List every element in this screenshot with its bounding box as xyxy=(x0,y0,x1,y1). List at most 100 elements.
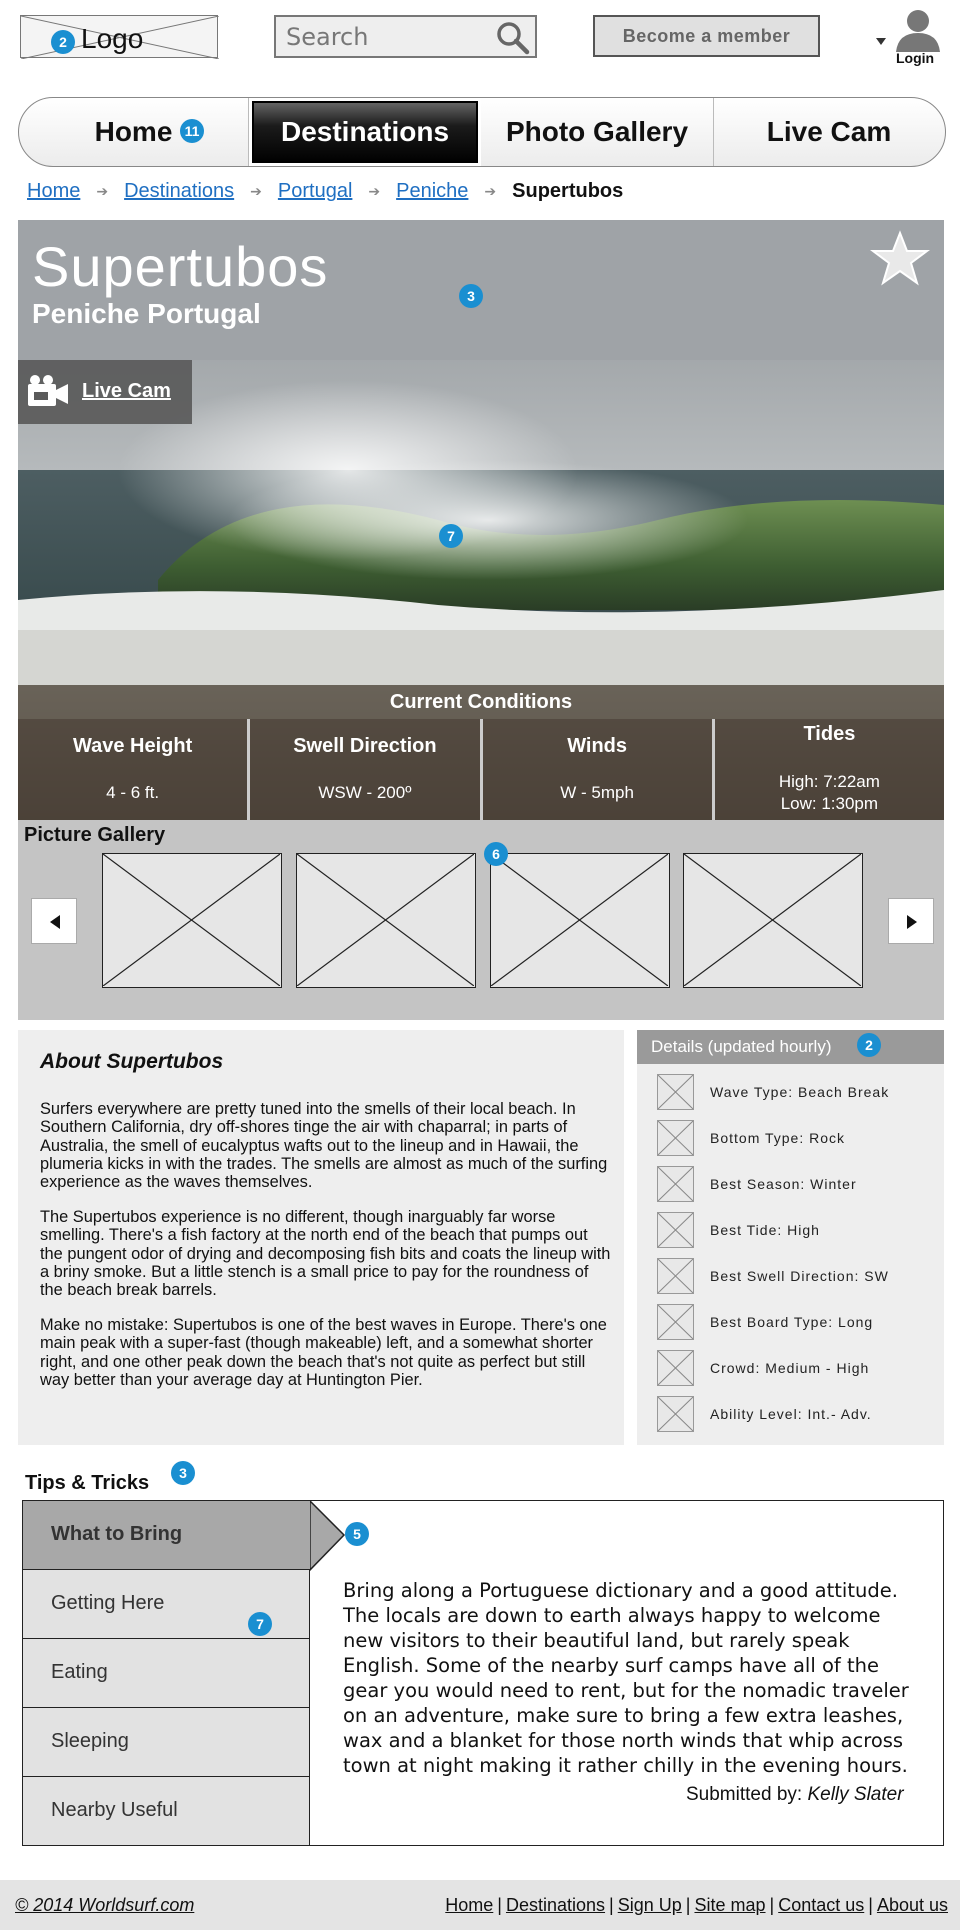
breadcrumb-current: Supertubos xyxy=(512,180,624,202)
live-cam-link[interactable]: Live Cam xyxy=(18,360,192,424)
breadcrumb-arrow-icon: ➔ xyxy=(484,183,497,199)
detail-image-placeholder xyxy=(657,1212,694,1248)
about-section: About Supertubos Surfers everywhere are … xyxy=(18,1030,624,1445)
conditions-row: Wave Height 4 - 6 ft. Swell Direction WS… xyxy=(18,719,944,820)
breadcrumb-link[interactable]: Destinations xyxy=(124,180,234,203)
detail-item: Best Board Type: Long xyxy=(657,1304,937,1340)
footer-divider: | xyxy=(769,1895,775,1915)
footer-link[interactable]: Sign Up xyxy=(618,1895,682,1915)
footer-link[interactable]: Destinations xyxy=(506,1895,605,1915)
condition-value: 4 - 6 ft. xyxy=(106,783,160,802)
detail-label: Best Swell Direction: SW xyxy=(710,1268,889,1284)
breadcrumb-arrow-icon: ➔ xyxy=(368,183,381,199)
tab-live-cam-label: Live Cam xyxy=(766,116,892,147)
logo[interactable]: Logo xyxy=(20,15,219,59)
gallery-thumbnail[interactable] xyxy=(490,853,670,988)
detail-item: Best Season: Winter xyxy=(657,1166,937,1202)
tide-low: Low: 1:30pm xyxy=(780,794,879,813)
footer-link[interactable]: Home xyxy=(445,1895,493,1915)
detail-label: Best Tide: High xyxy=(710,1222,820,1238)
footer-divider: | xyxy=(685,1895,691,1915)
gallery-thumbnail[interactable] xyxy=(296,853,476,988)
detail-label: Ability Level: Int.- Adv. xyxy=(710,1406,872,1422)
become-member-button[interactable]: Become a member xyxy=(593,15,820,57)
gallery-prev-button[interactable] xyxy=(31,898,77,944)
arrow-right-icon xyxy=(907,915,917,929)
tip-tab-what-to-bring[interactable]: What to Bring xyxy=(23,1501,310,1570)
user-icon xyxy=(896,10,940,52)
tip-tab-eating[interactable]: Eating xyxy=(23,1639,310,1708)
image-placeholder xyxy=(684,854,861,986)
condition-wave-height: Wave Height 4 - 6 ft. xyxy=(18,719,251,820)
login-button[interactable]: Login xyxy=(872,8,960,68)
breadcrumb-link[interactable]: Peniche xyxy=(396,180,468,203)
star-icon[interactable] xyxy=(870,230,930,288)
annotation-badge: 6 xyxy=(484,842,508,866)
footer-link[interactable]: Contact us xyxy=(778,1895,864,1915)
detail-label: Bottom Type: Rock xyxy=(710,1130,846,1146)
tip-tab-label: Eating xyxy=(51,1661,108,1683)
detail-label: Crowd: Medium - High xyxy=(710,1360,870,1376)
search-icon[interactable] xyxy=(495,20,531,56)
breadcrumb-arrow-icon: ➔ xyxy=(250,183,262,199)
footer-link[interactable]: Site map xyxy=(694,1895,765,1915)
detail-item: Ability Level: Int.- Adv. xyxy=(657,1396,937,1432)
login-label: Login xyxy=(896,50,935,66)
breadcrumb-link[interactable]: Home xyxy=(27,180,80,203)
details-panel: Details (updated hourly) Wave Type: Beac… xyxy=(637,1030,944,1445)
tip-tab-nearby-useful[interactable]: Nearby Useful xyxy=(23,1777,310,1845)
copyright[interactable]: © 2014 Worldsurf.com xyxy=(15,1895,194,1916)
about-paragraph: The Supertubos experience is no differen… xyxy=(40,1208,611,1300)
condition-swell-direction: Swell Direction WSW - 200º xyxy=(250,719,483,820)
condition-label: Swell Direction xyxy=(293,735,437,757)
footer-link[interactable]: About us xyxy=(877,1895,948,1915)
page-title: Supertubos xyxy=(32,235,329,298)
logo-text: Logo xyxy=(81,23,144,54)
condition-value: W - 5mph xyxy=(560,783,634,802)
condition-tides: Tides High: 7:22am Low: 1:30pm xyxy=(714,719,944,820)
breadcrumb-arrow-icon: ➔ xyxy=(96,183,109,199)
detail-image-placeholder xyxy=(657,1350,694,1386)
live-cam-label: Live Cam xyxy=(82,380,171,402)
tab-destinations[interactable]: Destinations xyxy=(249,98,481,166)
detail-image-placeholder xyxy=(657,1258,694,1294)
gallery-thumbnail[interactable] xyxy=(683,853,863,988)
gallery-next-button[interactable] xyxy=(888,898,934,944)
tips-title: Tips & Tricks xyxy=(25,1472,150,1494)
tip-tab-label: What to Bring xyxy=(51,1523,183,1545)
annotation-badge: 3 xyxy=(171,1461,195,1485)
tab-live-cam[interactable]: Live Cam xyxy=(714,98,944,166)
condition-label: Tides xyxy=(803,723,856,745)
tab-home[interactable]: Home xyxy=(19,98,249,166)
tip-tab-label: Sleeping xyxy=(51,1730,129,1752)
detail-item: Crowd: Medium - High xyxy=(657,1350,937,1386)
detail-item: Bottom Type: Rock xyxy=(657,1120,937,1156)
about-paragraph: Make no mistake: Supertubos is one of th… xyxy=(40,1316,607,1389)
detail-image-placeholder xyxy=(657,1304,694,1340)
search-input[interactable]: Search xyxy=(274,15,537,58)
detail-item: Best Tide: High xyxy=(657,1212,937,1248)
annotation-badge: 2 xyxy=(857,1033,881,1057)
detail-label: Best Board Type: Long xyxy=(710,1314,874,1330)
condition-label: Winds xyxy=(567,735,628,757)
image-placeholder xyxy=(103,854,280,986)
detail-item: Best Swell Direction: SW xyxy=(657,1258,937,1294)
tip-submitted-by: Submitted by: Kelly Slater xyxy=(686,1784,904,1806)
chevron-down-icon[interactable] xyxy=(876,38,886,45)
page-subtitle: Peniche Portugal xyxy=(32,298,261,329)
annotation-badge: 7 xyxy=(439,524,463,548)
footer-links: Home | Destinations | Sign Up | Site map | Conta… xyxy=(445,1895,948,1916)
breadcrumb-link[interactable]: Portugal xyxy=(278,180,353,203)
annotation-badge: 2 xyxy=(51,30,75,54)
about-title: About Supertubos xyxy=(40,1050,224,1073)
arrow-left-icon xyxy=(50,915,60,929)
detail-image-placeholder xyxy=(657,1166,694,1202)
gallery-thumbnail[interactable] xyxy=(102,853,282,988)
about-paragraph: Surfers everywhere are pretty tuned into… xyxy=(40,1100,608,1192)
tab-home-label: Home xyxy=(94,116,173,147)
tab-photo-gallery[interactable]: Photo Gallery xyxy=(481,98,714,166)
detail-label: Best Season: Winter xyxy=(710,1176,857,1192)
footer-divider: | xyxy=(609,1895,614,1915)
submitted-author: Kelly Slater xyxy=(807,1784,904,1805)
tip-tab-sleeping[interactable]: Sleeping xyxy=(23,1708,310,1777)
